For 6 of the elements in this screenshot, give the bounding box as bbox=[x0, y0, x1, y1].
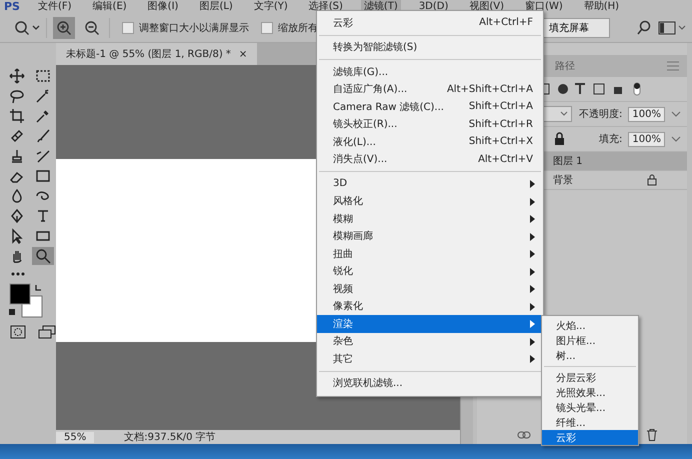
checkbox-label: 调整窗口大小以满屏显示 bbox=[139, 22, 249, 34]
checkbox-label: 缩放所有 bbox=[278, 22, 318, 34]
document-size: 文档:937.5K/0 字节 bbox=[124, 430, 216, 444]
fill-label: 填充: bbox=[599, 132, 622, 146]
app-logo: PS bbox=[4, 0, 20, 13]
opacity-label: 不透明度: bbox=[579, 108, 622, 121]
